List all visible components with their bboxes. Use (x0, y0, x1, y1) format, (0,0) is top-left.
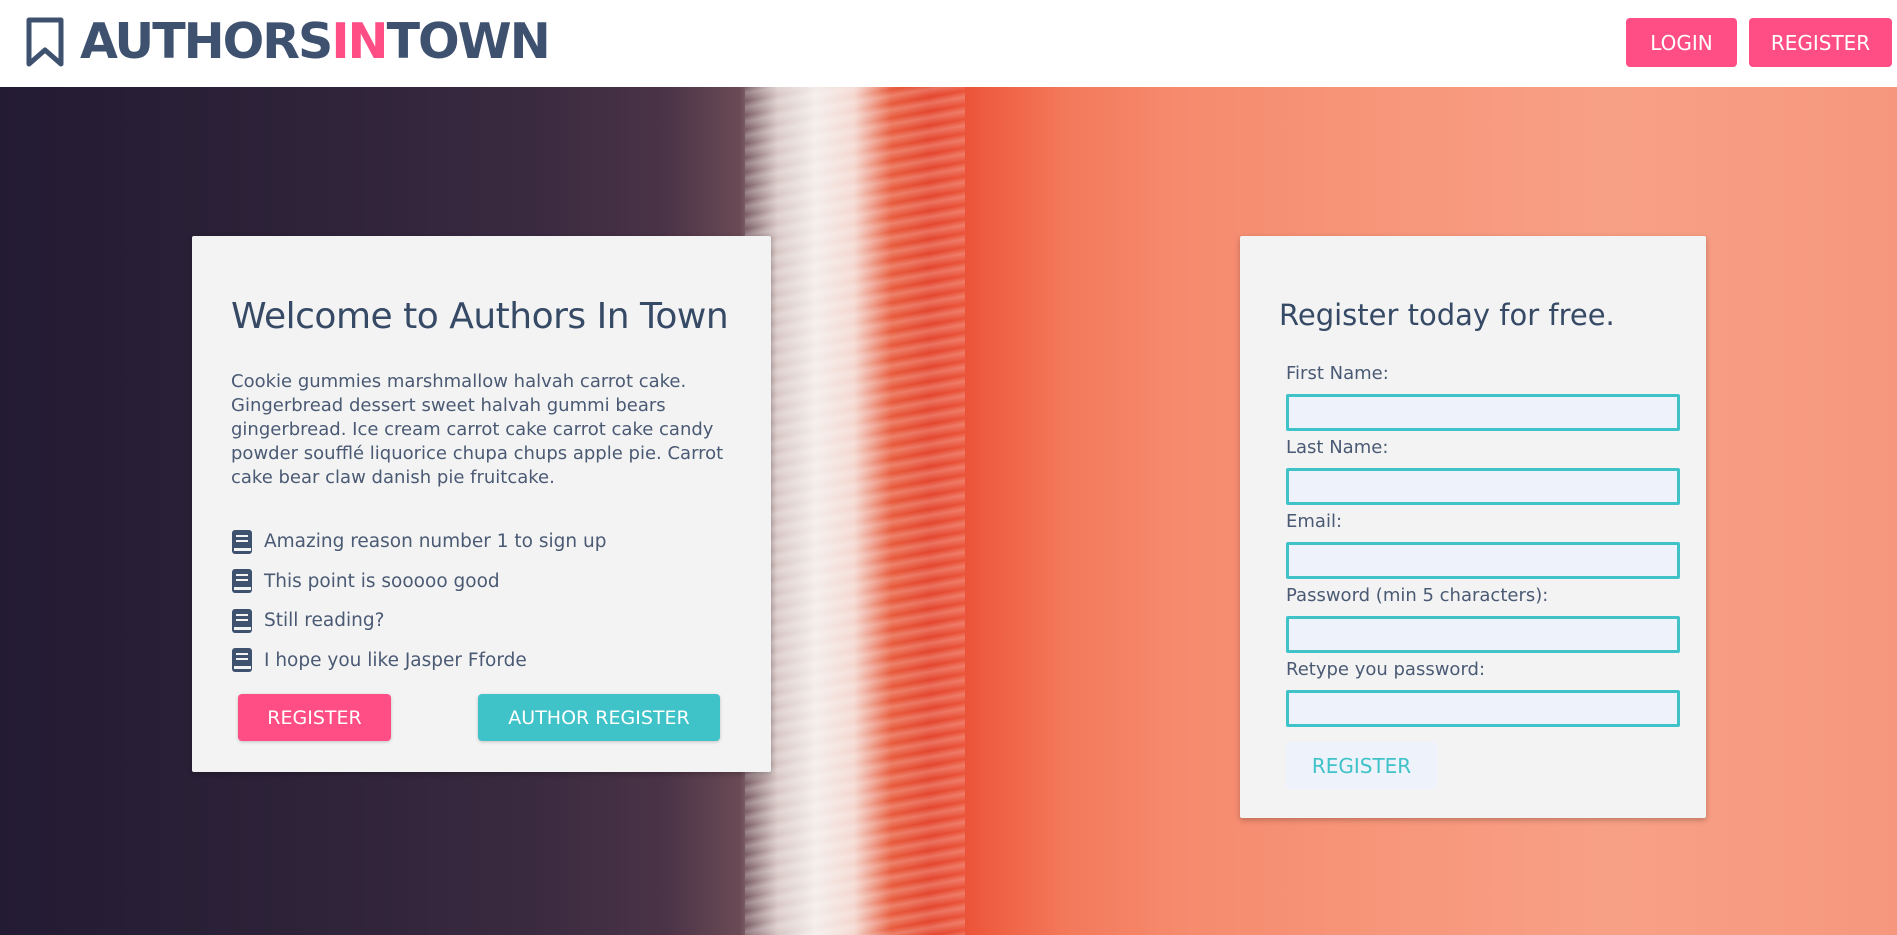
retype-password-input[interactable] (1286, 690, 1680, 727)
email-group: Email: (1286, 511, 1680, 585)
logo-text-part2: IN (331, 13, 388, 70)
feature-text: Amazing reason number 1 to sign up (264, 531, 607, 553)
last-name-label: Last Name: (1286, 437, 1389, 458)
register-title: Register today for free. (1279, 298, 1615, 332)
logo-text-part3: TOWN (386, 13, 551, 70)
feature-item: Still reading? (231, 601, 606, 641)
feature-item: Amazing reason number 1 to sign up (231, 522, 606, 562)
bookmark-icon (26, 17, 64, 67)
book-icon (232, 608, 252, 633)
feature-text: I hope you like Jasper Fforde (264, 649, 527, 671)
email-input[interactable] (1286, 542, 1680, 579)
welcome-card: Welcome to Authors In Town Cookie gummie… (192, 236, 771, 772)
first-name-label: First Name: (1286, 363, 1389, 384)
feature-item: I hope you like Jasper Fforde (231, 641, 606, 681)
first-name-group: First Name: (1286, 363, 1680, 437)
retype-password-group: Retype you password: (1286, 659, 1680, 733)
welcome-description: Cookie gummies marshmallow halvah carrot… (231, 371, 724, 488)
register-nav-button[interactable]: REGISTER (1749, 18, 1892, 67)
password-input[interactable] (1286, 616, 1680, 653)
logo-text: AUTHORSINTOWN (80, 13, 551, 70)
feature-list: Amazing reason number 1 to sign up This … (231, 522, 606, 680)
logo-text-part1: AUTHORS (80, 13, 333, 70)
first-name-input[interactable] (1286, 394, 1680, 431)
feature-item: This point is sooooo good (231, 562, 606, 602)
site-logo[interactable]: AUTHORSINTOWN (26, 13, 551, 70)
navbar: AUTHORSINTOWN LOGIN REGISTER (0, 0, 1897, 87)
book-icon (232, 529, 252, 554)
password-label: Password (min 5 characters): (1286, 585, 1549, 606)
register-card: Register today for free. First Name: Las… (1240, 236, 1706, 818)
login-button[interactable]: LOGIN (1626, 18, 1737, 67)
feature-text: Still reading? (264, 610, 385, 632)
password-group: Password (min 5 characters): (1286, 585, 1680, 659)
email-label: Email: (1286, 511, 1343, 532)
last-name-group: Last Name: (1286, 437, 1680, 511)
hero-background: Welcome to Authors In Town Cookie gummie… (0, 87, 1897, 935)
register-submit-button[interactable]: REGISTER (1286, 742, 1437, 789)
book-icon (232, 569, 252, 594)
retype-password-label: Retype you password: (1286, 659, 1486, 680)
author-register-button[interactable]: AUTHOR REGISTER (478, 694, 720, 741)
feature-text: This point is sooooo good (264, 570, 500, 592)
register-button[interactable]: REGISTER (238, 694, 391, 741)
register-form: First Name: Last Name: Email: Password (… (1286, 363, 1680, 733)
welcome-title: Welcome to Authors In Town (231, 296, 729, 337)
book-icon (232, 648, 252, 673)
last-name-input[interactable] (1286, 468, 1680, 505)
